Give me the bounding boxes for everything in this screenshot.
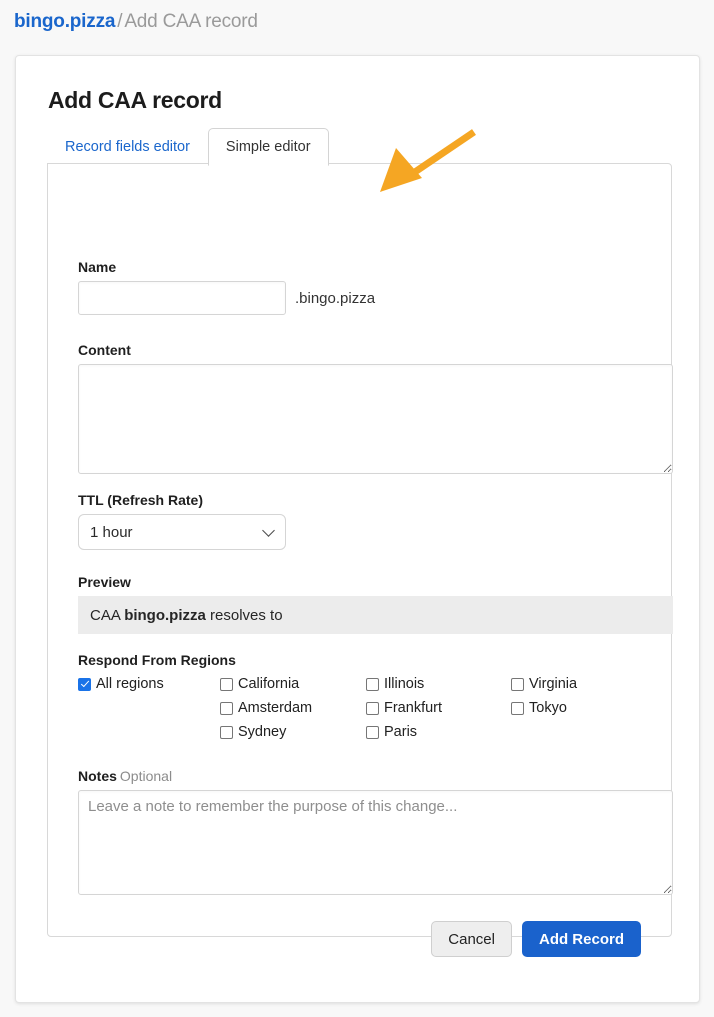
region-checkbox-virginia[interactable]: Virginia [511, 676, 577, 692]
content-field-group: Content [78, 342, 673, 474]
regions-group: Respond From Regions All regions Califor… [78, 652, 673, 745]
ttl-label: TTL (Refresh Rate) [78, 492, 203, 508]
breadcrumb-domain-link[interactable]: bingo.pizza [14, 11, 115, 32]
region-label: Frankfurt [384, 700, 443, 716]
preview-suffix: resolves to [205, 606, 283, 624]
region-checkbox-illinois[interactable]: Illinois [366, 676, 424, 692]
breadcrumb-separator: / [117, 11, 123, 32]
add-record-card: Add CAA record Record fields editor Simp… [15, 55, 700, 1003]
checkbox-icon [220, 677, 233, 691]
region-label: All regions [96, 676, 164, 692]
tab-simple-editor[interactable]: Simple editor [207, 128, 329, 166]
checkbox-icon [220, 725, 233, 739]
notes-optional-text: Optional [119, 768, 173, 784]
checkbox-icon [366, 701, 379, 715]
ttl-selected-value: 1 hour [90, 523, 133, 541]
name-domain-suffix: .bingo.pizza [295, 289, 376, 307]
add-record-button[interactable]: Add Record [521, 921, 641, 957]
preview-box: CAA bingo.pizza resolves to [78, 596, 673, 634]
checkbox-icon [511, 701, 524, 715]
region-checkbox-sydney[interactable]: Sydney [220, 724, 286, 740]
tab-record-fields-editor-label: Record fields editor [65, 139, 190, 155]
name-label: Name [78, 259, 117, 275]
region-checkbox-california[interactable]: California [220, 676, 299, 692]
preview-domain: bingo.pizza [124, 606, 206, 624]
region-label: Amsterdam [238, 700, 313, 716]
tab-simple-editor-label: Simple editor [225, 139, 311, 155]
form-actions: Cancel Add Record [431, 921, 641, 957]
notes-label: Notes Optional [78, 768, 673, 784]
page-title: Add CAA record [48, 87, 222, 113]
simple-editor-panel: Name .bingo.pizza Content TTL (Refresh R… [47, 163, 673, 957]
preview-label: Preview [78, 574, 131, 590]
ttl-select[interactable]: 1 hour [78, 514, 286, 550]
checkbox-icon [78, 677, 91, 691]
editor-tabs: Record fields editor Simple editor [47, 126, 329, 166]
tab-record-fields-editor[interactable]: Record fields editor [47, 128, 208, 166]
checkbox-icon [511, 677, 524, 691]
region-label: Illinois [384, 676, 425, 692]
cancel-button[interactable]: Cancel [431, 921, 512, 957]
region-label: Paris [384, 724, 418, 740]
region-label: Sydney [238, 724, 287, 740]
breadcrumb-current: Add CAA record [124, 11, 258, 32]
notes-label-text: Notes [78, 768, 117, 784]
ttl-field-group: TTL (Refresh Rate) 1 hour [78, 492, 286, 550]
checkbox-icon [220, 701, 233, 715]
notes-textarea[interactable] [78, 790, 673, 895]
regions-grid: All regions California Amsterdam Sydney Ill… [78, 673, 673, 745]
checkbox-icon [366, 677, 379, 691]
region-checkbox-amsterdam[interactable]: Amsterdam [220, 700, 312, 716]
region-label: Virginia [529, 676, 578, 692]
region-checkbox-paris[interactable]: Paris [366, 724, 417, 740]
checkbox-icon [366, 725, 379, 739]
region-label: Tokyo [529, 700, 567, 716]
content-label: Content [78, 342, 131, 358]
notes-group: Notes Optional [78, 768, 673, 895]
regions-label: Respond From Regions [78, 652, 236, 668]
name-input[interactable] [78, 281, 286, 315]
region-checkbox-all-regions[interactable]: All regions [78, 676, 164, 692]
content-textarea[interactable] [78, 364, 673, 474]
region-checkbox-tokyo[interactable]: Tokyo [511, 700, 567, 716]
breadcrumb: bingo.pizza / Add CAA record [14, 11, 258, 33]
name-field-group: Name .bingo.pizza [78, 259, 375, 315]
preview-prefix: CAA [90, 606, 125, 624]
preview-group: Preview CAA bingo.pizza resolves to [78, 574, 673, 634]
region-label: California [238, 676, 300, 692]
region-checkbox-frankfurt[interactable]: Frankfurt [366, 700, 442, 716]
